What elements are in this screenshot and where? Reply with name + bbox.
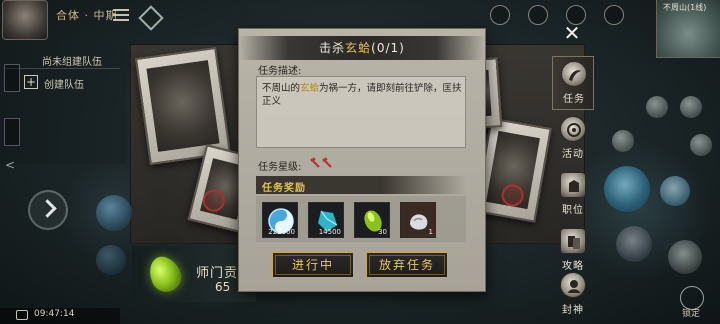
close-button[interactable]: ✕ (560, 22, 584, 46)
guide-icon (560, 228, 586, 254)
tab-deity-label: 封神 (562, 305, 584, 316)
dash-button[interactable] (28, 190, 68, 230)
tab-quest-label: 任务 (563, 94, 585, 105)
battery-icon (16, 310, 28, 320)
create-team-button[interactable]: 创建队伍 (44, 76, 84, 91)
abandon-quest-button[interactable]: 放弃任务 (366, 252, 448, 278)
minimap-location: 不周山(1线) (663, 3, 707, 12)
bag-icon[interactable] (646, 96, 668, 118)
reward-slot[interactable]: 222000 (262, 202, 298, 238)
rank-icon (560, 172, 586, 198)
quest-icon (561, 61, 587, 87)
in-progress-button[interactable]: 进行中 (272, 252, 354, 278)
tab-rank-label: 职位 (562, 205, 584, 216)
quest-title: 击杀玄蛤(0/1) (319, 41, 405, 55)
tab-deity[interactable]: 封神 (552, 268, 594, 322)
reward-slot[interactable]: 1 (400, 202, 436, 238)
reward-count: 14500 (318, 228, 341, 236)
quest-target-name: 玄蛤 (345, 41, 372, 55)
star-rating-icon (322, 157, 332, 168)
no-team-text: 尚未组建队伍 (42, 57, 102, 68)
deity-icon (560, 272, 586, 298)
pet-icon[interactable] (680, 96, 702, 118)
quest-side-nav: 任务 活动 职位 攻略 封神 (552, 56, 594, 320)
description-label: 任务描述: (258, 66, 302, 77)
reward-slot[interactable]: 30 (354, 202, 390, 238)
ally-icon[interactable] (612, 130, 634, 152)
player-avatar[interactable] (2, 0, 48, 40)
description-text: 不周山的玄蛤为祸一方，请即刻前往铲除，匡扶正义 (262, 83, 462, 107)
main-attack-icon[interactable] (604, 166, 650, 212)
skill-3-icon[interactable] (668, 240, 702, 274)
events-icon[interactable] (490, 5, 510, 25)
skill-orb-icon[interactable] (96, 195, 132, 231)
quest-progress: (0/1) (371, 41, 405, 55)
tab-rank[interactable]: 职位 (552, 168, 594, 222)
menu-icon[interactable] (113, 9, 129, 21)
skill-1-icon[interactable] (660, 176, 690, 206)
tab-activity-label: 活动 (562, 149, 584, 160)
reward-count: 30 (378, 228, 387, 236)
description-target: 玄蛤 (300, 83, 320, 94)
settings-icon[interactable] (604, 5, 624, 25)
collapse-left-icon[interactable]: < (5, 158, 15, 172)
clock-text: 09:47:14 (34, 309, 75, 319)
flag-tab-icon[interactable] (4, 118, 20, 146)
activity-icon (560, 116, 586, 142)
tab-activity[interactable]: 活动 (552, 112, 594, 166)
star-rating-icon (310, 157, 320, 168)
star-rating-label: 任务星级: (258, 162, 302, 173)
reward-count: 222000 (268, 228, 295, 236)
lock-label: 锁定 (682, 309, 701, 319)
cultivation-level: 合体 · 中期 (56, 9, 118, 22)
skill-2-icon[interactable] (616, 226, 652, 262)
mount-icon[interactable] (690, 134, 712, 156)
reward-header: 任务奖励 (262, 183, 306, 194)
reward-slot[interactable]: 14500 (308, 202, 344, 238)
contribution-value: 65 (215, 280, 231, 294)
reward-count: 1 (428, 228, 433, 236)
team-tab-icon[interactable] (4, 64, 20, 92)
tab-quest[interactable]: 任务 (552, 56, 594, 110)
skill-orb-small-icon[interactable] (96, 245, 126, 275)
plus-icon[interactable]: + (24, 75, 38, 89)
shop-icon[interactable] (528, 5, 548, 25)
